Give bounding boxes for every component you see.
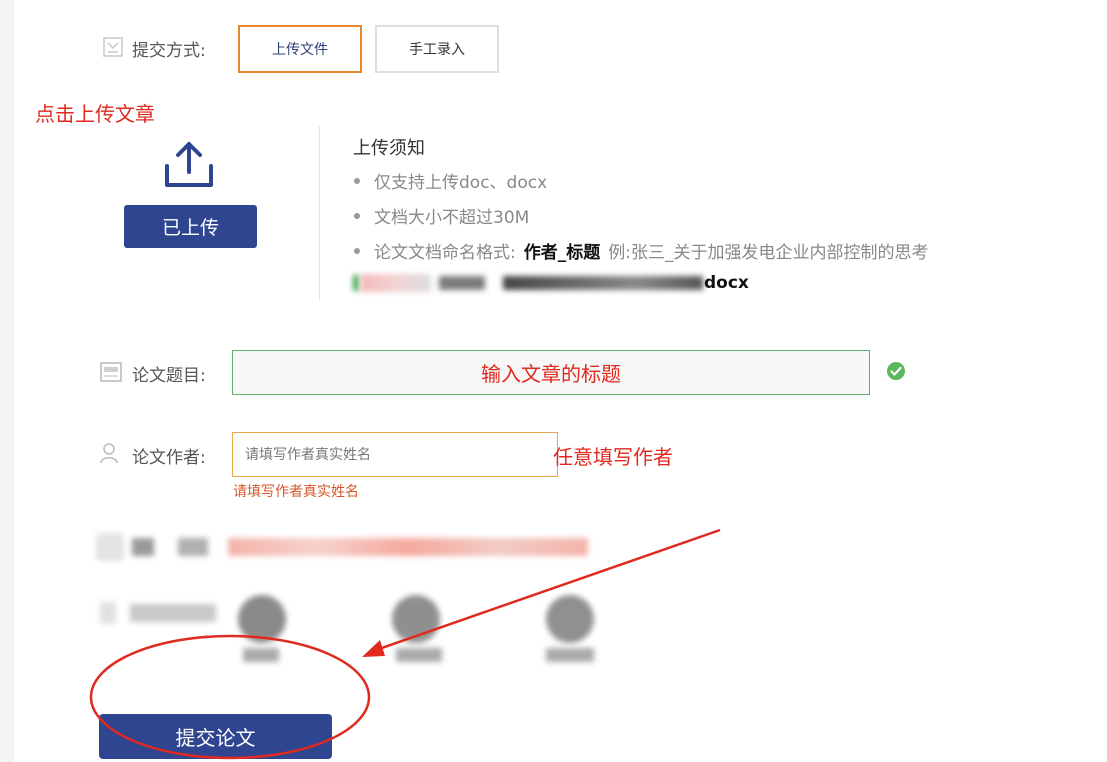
upload-icon[interactable] bbox=[163, 138, 215, 194]
redacted-row-label bbox=[130, 604, 216, 622]
redacted-row-label bbox=[178, 538, 208, 556]
submit-method-label: 提交方式: bbox=[132, 41, 206, 61]
author-error-message: 请填写作者真实姓名 bbox=[233, 484, 359, 500]
notice-item-naming-prefix: 论文文档命名格式: bbox=[374, 243, 516, 263]
valid-check-icon bbox=[886, 361, 906, 385]
redacted-row-label bbox=[132, 538, 154, 556]
annotation-arrow-head bbox=[362, 640, 385, 657]
left-edge-strip bbox=[0, 0, 14, 762]
redacted-row-icon bbox=[96, 533, 124, 561]
author-input[interactable] bbox=[232, 432, 558, 477]
upload-file-option[interactable]: 上传文件 bbox=[238, 25, 362, 73]
notice-item-format-text: 仅支持上传doc、docx bbox=[374, 173, 548, 193]
file-status-marker bbox=[353, 275, 359, 291]
redacted-option-label bbox=[546, 648, 594, 662]
manual-entry-option[interactable]: 手工录入 bbox=[375, 25, 499, 73]
notice-item-size: 文档大小不超过30M bbox=[354, 203, 529, 228]
bullet-icon bbox=[354, 177, 360, 184]
title-label: 论文题目: bbox=[132, 366, 206, 386]
bullet-icon bbox=[354, 212, 360, 219]
notice-item-naming-example: 例:张三_关于加强发电企业内部控制的思考 bbox=[608, 243, 929, 263]
redacted-row-icon bbox=[100, 602, 116, 624]
redacted-option-icon bbox=[392, 595, 440, 643]
title-input[interactable]: 输入文章的标题 bbox=[232, 350, 870, 395]
uploaded-button[interactable]: 已上传 bbox=[124, 205, 257, 248]
author-annotation: 任意填写作者 bbox=[553, 445, 673, 469]
redacted-segment bbox=[503, 276, 703, 290]
notice-item-size-text: 文档大小不超过30M bbox=[374, 208, 530, 228]
redacted-option-label bbox=[396, 648, 442, 662]
redacted-row-value bbox=[228, 538, 588, 556]
submit-method-icon bbox=[102, 36, 124, 58]
notice-item-naming-bold: 作者_标题 bbox=[523, 243, 601, 263]
bullet-icon bbox=[354, 247, 360, 254]
notice-title: 上传须知 bbox=[353, 138, 425, 159]
notice-item-format: 仅支持上传doc、docx bbox=[354, 168, 547, 193]
notice-item-naming: 论文文档命名格式: 作者_标题 例:张三_关于加强发电企业内部控制的思考 bbox=[354, 238, 928, 263]
redacted-segment bbox=[439, 276, 485, 290]
author-icon bbox=[99, 442, 121, 464]
redacted-segment bbox=[361, 274, 431, 292]
title-icon bbox=[100, 361, 122, 383]
redacted-option-icon bbox=[238, 595, 286, 643]
uploaded-file-name bbox=[353, 272, 703, 294]
title-annotation: 输入文章的标题 bbox=[481, 362, 621, 386]
submit-paper-button[interactable]: 提交论文 bbox=[99, 714, 332, 759]
redacted-option-label bbox=[243, 648, 279, 662]
author-label: 论文作者: bbox=[132, 448, 206, 468]
redacted-option-icon bbox=[546, 595, 594, 643]
upload-divider bbox=[319, 126, 320, 300]
uploaded-file-extension: docx bbox=[704, 273, 749, 293]
upload-annotation: 点击上传文章 bbox=[35, 102, 155, 126]
